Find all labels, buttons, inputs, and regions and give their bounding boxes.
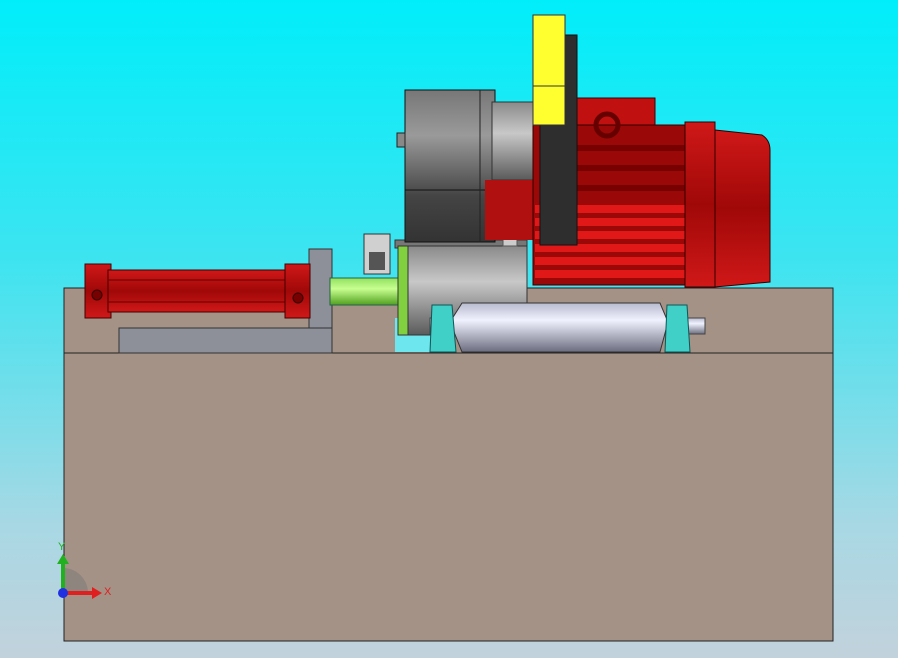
yellow-plate	[532, 14, 566, 126]
z-axis-dot	[58, 588, 68, 598]
gearbox	[396, 89, 536, 243]
y-axis-label: Y	[58, 541, 66, 553]
hydraulic-cylinder	[84, 263, 311, 319]
x-axis-label: X	[104, 586, 112, 598]
bearing-right	[664, 304, 691, 353]
clamp	[363, 233, 391, 275]
bearing-left	[429, 304, 457, 353]
cad-viewport[interactable]: X Y	[0, 0, 898, 658]
piston-rod	[329, 277, 401, 306]
